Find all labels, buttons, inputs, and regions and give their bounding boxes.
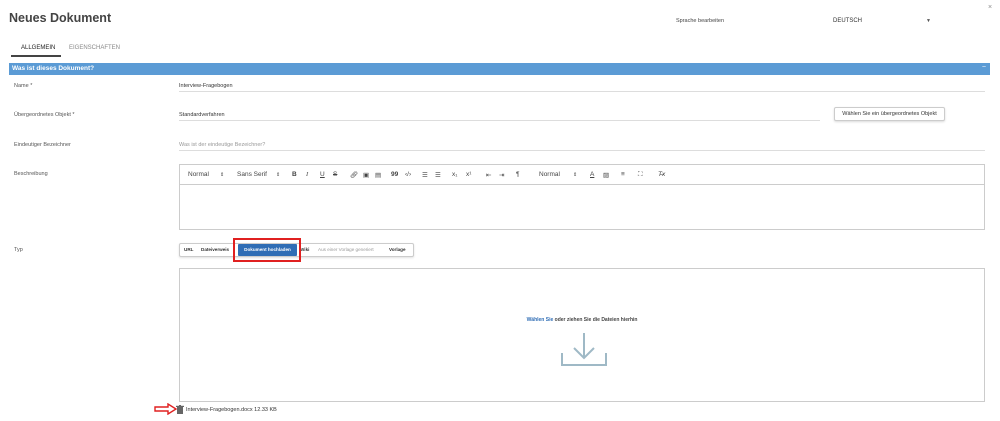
section-header[interactable]: Was ist dieses Dokument? − [9,63,990,75]
caret-icon: ⇕ [220,172,225,178]
upload-dropzone[interactable]: Wählen Sie oder ziehen Sie die Dateien h… [179,268,985,402]
clean-format-button[interactable]: T̶x [658,171,665,178]
description-label: Beschreibung [14,171,48,177]
underline-button[interactable]: U [320,171,325,178]
trash-icon[interactable] [176,405,184,414]
font-select[interactable]: Sans Serif [237,171,267,178]
video-icon[interactable]: ▤ [375,171,381,179]
dropzone-text: Wählen Sie oder ziehen Sie die Dateien h… [180,317,984,323]
section-title: Was ist dieses Dokument? [12,65,95,72]
outdent-icon[interactable]: ⇤ [486,171,491,179]
identifier-label: Eindeutiger Bezeichner [14,142,71,148]
type-option-template-generated[interactable]: Aus einer Vorlage generiert [318,244,374,256]
blockquote-button[interactable]: 99 [391,171,398,178]
annotation-arrow [154,403,178,415]
name-field[interactable]: Interview-Fragebogen [179,80,985,92]
caret-icon: ⇕ [276,172,281,178]
fullscreen-icon[interactable]: ⛶ [638,171,643,179]
language-select[interactable]: DEUTSCH ▼ [829,15,955,27]
subscript-button[interactable]: x₁ [452,171,457,178]
size-select[interactable]: Normal [539,171,560,178]
name-value: Interview-Fragebogen [179,83,233,89]
code-button[interactable]: ‹/› [405,171,411,178]
text-direction-icon[interactable]: ¶ [516,171,520,178]
text-color-button[interactable]: A [590,171,594,178]
editor-toolbar: Normal ⇕ Sans Serif ⇕ B I U S 🔗︎ ▣ ▤ 99 … [180,165,984,185]
download-icon [561,333,607,366]
active-tab-indicator [11,55,61,57]
ordered-list-icon[interactable]: ☰ [422,171,428,179]
type-option-url[interactable]: URL [184,244,193,256]
type-option-wiki[interactable]: Wiki [300,244,309,256]
indent-icon[interactable]: ⇥ [499,171,504,179]
dropzone-hint: oder ziehen Sie die Dateien hierhin [553,317,638,323]
identifier-field[interactable]: Was ist der eindeutige Bezeichner? [179,139,985,151]
choose-files-link[interactable]: Wählen Sie [527,317,554,323]
tab-properties[interactable]: EIGENSCHAFTEN [69,45,120,51]
type-option-file-reference[interactable]: Dateiverweis [201,244,229,256]
image-icon[interactable]: ▣ [363,171,369,179]
type-label: Typ [14,247,23,253]
link-icon[interactable]: 🔗︎ [350,171,358,179]
parent-field[interactable]: Standardverfahren [179,109,820,121]
format-select[interactable]: Normal [188,171,209,178]
caret-down-icon: ▼ [926,18,931,24]
caret-icon: ⇕ [573,172,578,178]
description-editor[interactable]: Normal ⇕ Sans Serif ⇕ B I U S 🔗︎ ▣ ▤ 99 … [179,164,985,230]
language-value: DEUTSCH [833,18,863,24]
italic-button[interactable]: I [306,171,308,178]
type-option-template[interactable]: Vorlage [389,244,406,256]
select-parent-button[interactable]: Wählen Sie ein übergeordnetes Objekt [834,107,945,121]
bullet-list-icon[interactable]: ☰ [435,171,441,179]
close-icon[interactable]: × [988,4,992,11]
align-icon[interactable]: ≡ [621,171,625,178]
dialog-title: Neues Dokument [9,11,112,25]
collapse-icon[interactable]: − [982,64,986,71]
strike-button[interactable]: S [333,171,337,178]
uploaded-file-name: Interview-Fragebogen.docx 12.33 KB [186,407,277,413]
identifier-placeholder: Was ist der eindeutige Bezeichner? [179,142,266,148]
annotation-highlight-box [233,238,301,262]
superscript-button[interactable]: x¹ [466,171,471,178]
language-label: Sprache bearbeiten [676,18,725,24]
bold-button[interactable]: B [292,171,297,178]
parent-label: Übergeordnetes Objekt * [14,112,75,118]
name-label: Name * [14,83,33,89]
parent-value: Standardverfahren [179,112,225,118]
background-color-icon[interactable]: ▨ [603,171,609,179]
tab-general[interactable]: ALLGEMEIN [21,45,55,51]
